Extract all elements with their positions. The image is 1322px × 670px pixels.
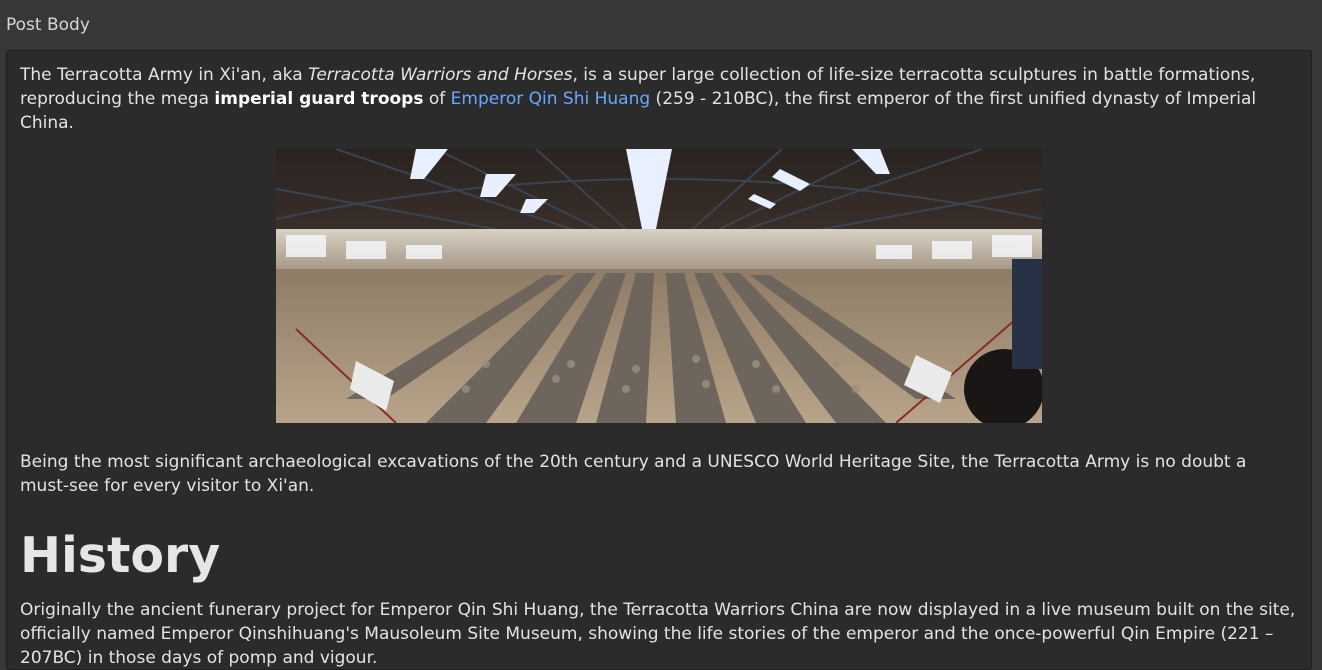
post-body-label: Post Body (6, 15, 90, 35)
paragraph-significance: Being the most significant archaeologica… (20, 452, 1247, 496)
emperor-link[interactable]: Emperor Qin Shi Huang (451, 89, 650, 109)
intro-text-3: of (423, 89, 451, 109)
post-body-editor[interactable]: The Terracotta Army in Xi'an, aka Terrac… (6, 50, 1312, 670)
history-heading: History (20, 527, 221, 584)
intro-paragraph: The Terracotta Army in Xi'an, aka Terrac… (20, 63, 1298, 135)
intro-strong: imperial guard troops (214, 89, 424, 109)
terracotta-army-panorama-image[interactable] (276, 149, 1042, 423)
intro-text-1: The Terracotta Army in Xi'an, aka (20, 65, 309, 85)
intro-emphasis: Terracotta Warriors and Horses (308, 65, 573, 85)
paragraph-history: Originally the ancient funerary project … (20, 600, 1296, 668)
